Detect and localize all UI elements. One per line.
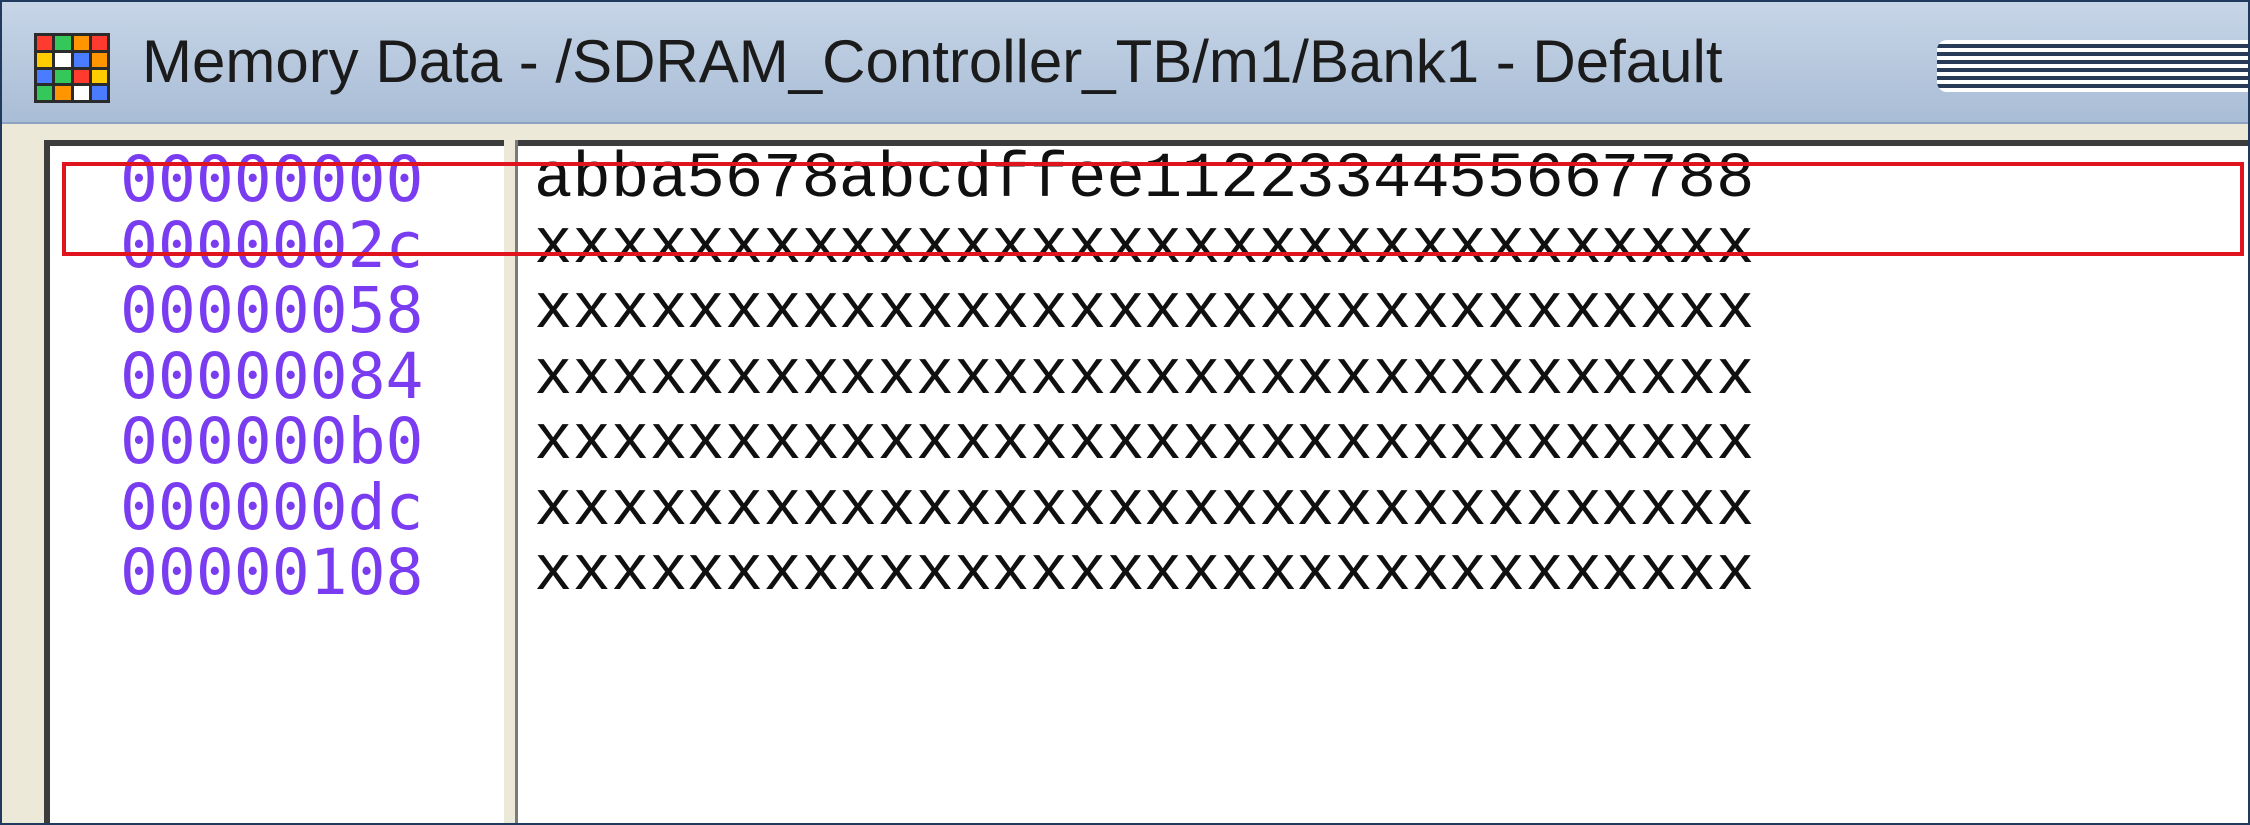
window-title: Memory Data - /SDRAM_Controller_TB/m1/Ba… xyxy=(142,28,1723,95)
title-bar-grip[interactable] xyxy=(1937,40,2248,92)
title-bar[interactable]: Memory Data - /SDRAM_Controller_TB/m1/Ba… xyxy=(2,2,2248,124)
highlight-box xyxy=(62,162,2244,256)
memory-data-window: Memory Data - /SDRAM_Controller_TB/m1/Ba… xyxy=(0,0,2250,825)
memory-row: xxxx xxxx xxxx xxxx xxxx xxxx xxxx xxxx xyxy=(518,533,2248,613)
memory-word-cell[interactable]: xxxx xyxy=(1601,533,1791,613)
memory-grid-icon xyxy=(34,33,110,103)
address-cell[interactable]: 00000108 xyxy=(120,533,520,613)
